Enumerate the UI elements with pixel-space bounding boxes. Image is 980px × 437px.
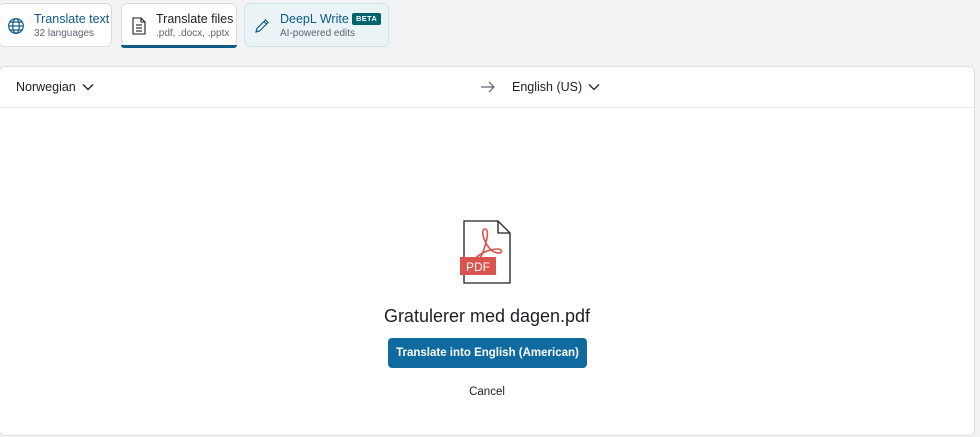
tab-subtitle: .pdf, .docx, .pptx — [156, 28, 230, 39]
pen-icon — [253, 17, 271, 35]
document-translation-panel: Norwegian English (US) PDF Gratulerer me… — [0, 66, 975, 436]
uploaded-file-area: PDF Gratulerer med dagen.pdf Translate i… — [0, 108, 974, 436]
arrow-right-icon[interactable] — [480, 79, 496, 95]
chevron-down-icon — [588, 83, 600, 91]
document-icon — [130, 17, 148, 35]
cancel-button[interactable]: Cancel — [447, 383, 527, 401]
globe-icon — [7, 17, 25, 35]
chevron-down-icon — [82, 83, 94, 91]
pdf-icon-label: PDF — [466, 260, 490, 274]
target-language-select[interactable]: English (US) — [512, 78, 600, 96]
tab-translate-files[interactable]: Translate files .pdf, .docx, .pptx — [121, 3, 237, 48]
active-tab-indicator — [121, 45, 237, 48]
tab-translate-text[interactable]: Translate text 32 languages — [0, 3, 112, 47]
tab-subtitle: 32 languages — [34, 28, 95, 39]
source-language-select[interactable]: Norwegian — [16, 78, 94, 96]
source-language-label: Norwegian — [16, 80, 76, 94]
tab-title: Translate text — [34, 12, 110, 26]
file-name: Gratulerer med dagen.pdf — [383, 306, 591, 326]
language-bar: Norwegian English (US) — [0, 67, 974, 108]
beta-badge: BETA — [352, 13, 382, 25]
tab-title: DeepL Write — [280, 12, 349, 26]
tab-deepl-write[interactable]: DeepL Write BETA AI-powered edits — [244, 3, 389, 47]
tab-subtitle: AI-powered edits — [280, 28, 356, 39]
pdf-file-icon: PDF — [460, 220, 511, 284]
target-language-label: English (US) — [512, 80, 583, 94]
translate-document-button[interactable]: Translate into English (American) — [388, 338, 587, 368]
tab-title: Translate files — [156, 12, 234, 26]
